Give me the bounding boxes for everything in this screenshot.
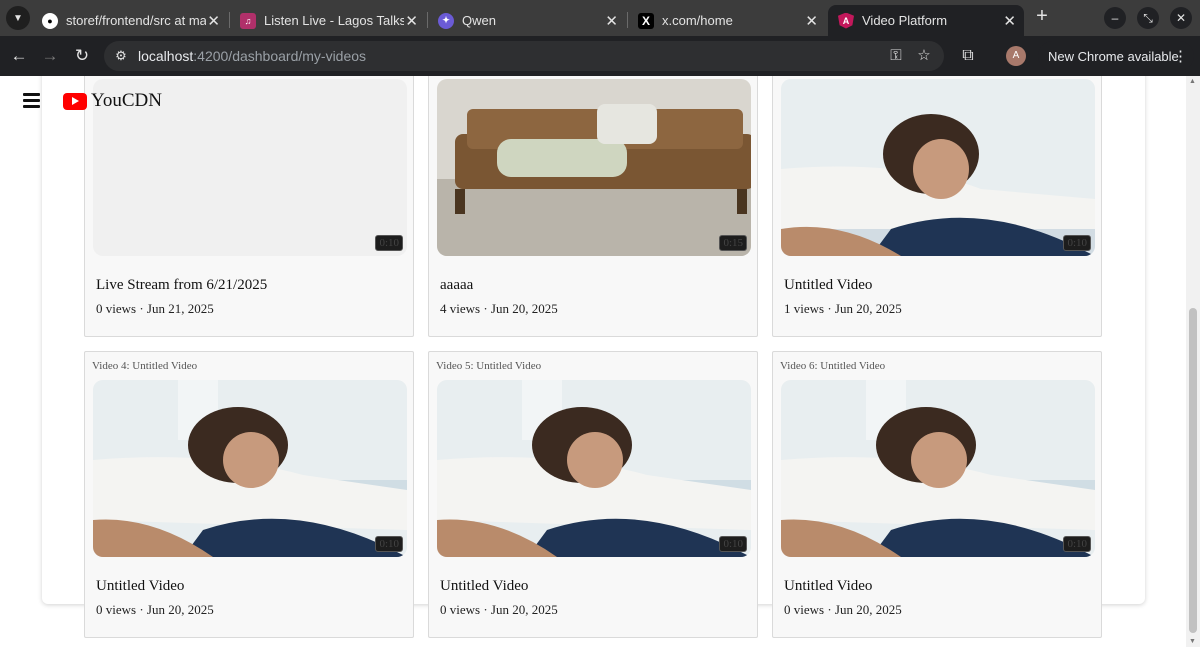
- video-label: Video 5: Untitled Video: [436, 360, 542, 372]
- password-key-icon[interactable]: ⚿: [886, 47, 906, 65]
- woman-sleeping-image: [781, 79, 1095, 256]
- videos-panel: 0:10 Live Stream from 6/21/2025 0 views …: [42, 76, 1145, 638]
- x-icon: X: [638, 12, 654, 29]
- duration-badge: 0:10: [375, 235, 403, 251]
- minimize-icon[interactable]: –: [1104, 7, 1126, 29]
- page-scrollbar[interactable]: ▲ ▼: [1186, 76, 1200, 647]
- url-text[interactable]: localhost:4200/dashboard/my-videos: [138, 48, 366, 64]
- browser-tab-qwen[interactable]: ✦ Qwen ✕: [428, 5, 626, 36]
- video-label: Video 6: Untitled Video: [780, 360, 886, 372]
- scroll-down-icon[interactable]: ▼: [1189, 638, 1196, 645]
- video-card[interactable]: Video 4: Untitled Video 0:10 Untitled Vi…: [84, 351, 414, 638]
- video-title[interactable]: Untitled Video: [96, 578, 184, 595]
- close-tab-icon[interactable]: ✕: [207, 12, 220, 30]
- browser-tab-lagos-talks[interactable]: ♫ Listen Live - Lagos Talks ✕: [230, 5, 426, 36]
- duration-badge: 0:10: [1063, 536, 1091, 552]
- hamburger-menu-icon[interactable]: [23, 93, 40, 108]
- video-title[interactable]: Untitled Video: [440, 578, 528, 595]
- video-card[interactable]: 0:10 Live Stream from 6/21/2025 0 views …: [84, 76, 414, 337]
- video-title[interactable]: Live Stream from 6/21/2025: [96, 277, 267, 294]
- duration-badge: 0:10: [375, 536, 403, 552]
- close-tab-icon[interactable]: ✕: [405, 12, 418, 30]
- angular-icon: A: [838, 12, 854, 29]
- back-icon[interactable]: ←: [8, 45, 30, 67]
- video-title[interactable]: aaaaa: [440, 277, 473, 294]
- restore-icon[interactable]: ⤡: [1137, 7, 1159, 29]
- chrome-update-button[interactable]: New Chrome available ⋮: [1038, 41, 1194, 71]
- new-tab-icon[interactable]: +: [1031, 6, 1053, 28]
- duration-badge: 0:10: [719, 536, 747, 552]
- video-thumbnail[interactable]: 0:10: [781, 79, 1095, 256]
- video-meta: 0 views · Jun 20, 2025: [440, 602, 558, 617]
- scrollbar-thumb[interactable]: [1189, 308, 1197, 633]
- sofa-scene-image: [437, 79, 751, 256]
- site-info-icon[interactable]: ⚙: [112, 47, 130, 65]
- browser-toolbar: ← → ↻ ⚙ localhost:4200/dashboard/my-vide…: [0, 36, 1200, 76]
- video-card[interactable]: 0:15 aaaaa 4 views · Jun 20, 2025: [428, 76, 758, 337]
- tab-search-icon[interactable]: ▼: [6, 6, 30, 30]
- video-meta: 4 views · Jun 20, 2025: [440, 301, 558, 316]
- github-icon: ●: [42, 12, 58, 29]
- bookmark-star-icon[interactable]: ☆: [914, 47, 934, 65]
- close-tab-icon[interactable]: ✕: [605, 12, 618, 30]
- page-viewport: 0:10 Live Stream from 6/21/2025 0 views …: [0, 76, 1200, 647]
- video-thumbnail[interactable]: 0:10: [437, 380, 751, 557]
- browser-tab-video-platform[interactable]: A Video Platform ✕: [828, 5, 1024, 36]
- duration-badge: 0:10: [1063, 235, 1091, 251]
- reload-icon[interactable]: ↻: [71, 45, 93, 67]
- video-card[interactable]: Video 5: Untitled Video 0:10 Untitled Vi…: [428, 351, 758, 638]
- video-title[interactable]: Untitled Video: [784, 578, 872, 595]
- video-meta: 0 views · Jun 20, 2025: [784, 602, 902, 617]
- browser-tab-x[interactable]: X x.com/home ✕: [628, 5, 826, 36]
- video-meta: 1 views · Jun 20, 2025: [784, 301, 902, 316]
- woman-sleeping-image: [93, 380, 407, 557]
- qwen-icon: ✦: [438, 12, 454, 29]
- video-thumbnail[interactable]: 0:10: [93, 380, 407, 557]
- video-card[interactable]: Video 6: Untitled Video 0:10 Untitled Vi…: [772, 351, 1102, 638]
- video-card[interactable]: 0:10 Untitled Video 1 views · Jun 20, 20…: [772, 76, 1102, 337]
- scroll-up-icon[interactable]: ▲: [1189, 78, 1196, 85]
- video-meta: 0 views · Jun 20, 2025: [96, 602, 214, 617]
- video-title[interactable]: Untitled Video: [784, 277, 872, 294]
- close-tab-icon[interactable]: ✕: [1003, 12, 1016, 30]
- duration-badge: 0:15: [719, 235, 747, 251]
- video-label: Video 4: Untitled Video: [92, 360, 198, 372]
- woman-sleeping-image: [437, 380, 751, 557]
- forward-icon[interactable]: →: [39, 45, 61, 67]
- profile-avatar[interactable]: A: [1006, 46, 1026, 66]
- more-menu-icon[interactable]: ⋮: [1173, 47, 1188, 65]
- browser-tab-strip: ▼ ● storef/frontend/src at ma ✕ ♫ Listen…: [0, 0, 1200, 36]
- radio-icon: ♫: [240, 12, 256, 29]
- app-logo[interactable]: YouCDN: [63, 90, 162, 112]
- address-bar[interactable]: ⚙ localhost:4200/dashboard/my-videos ⚿ ☆: [104, 41, 944, 71]
- video-thumbnail[interactable]: 0:15: [437, 79, 751, 256]
- browser-tab-github[interactable]: ● storef/frontend/src at ma ✕: [32, 5, 228, 36]
- play-logo-icon: [63, 92, 87, 110]
- woman-sleeping-image: [781, 380, 1095, 557]
- close-tab-icon[interactable]: ✕: [805, 12, 818, 30]
- close-window-icon[interactable]: ✕: [1170, 7, 1192, 29]
- extensions-icon[interactable]: ⧉: [957, 45, 979, 67]
- video-thumbnail[interactable]: 0:10: [781, 380, 1095, 557]
- video-meta: 0 views · Jun 21, 2025: [96, 301, 214, 316]
